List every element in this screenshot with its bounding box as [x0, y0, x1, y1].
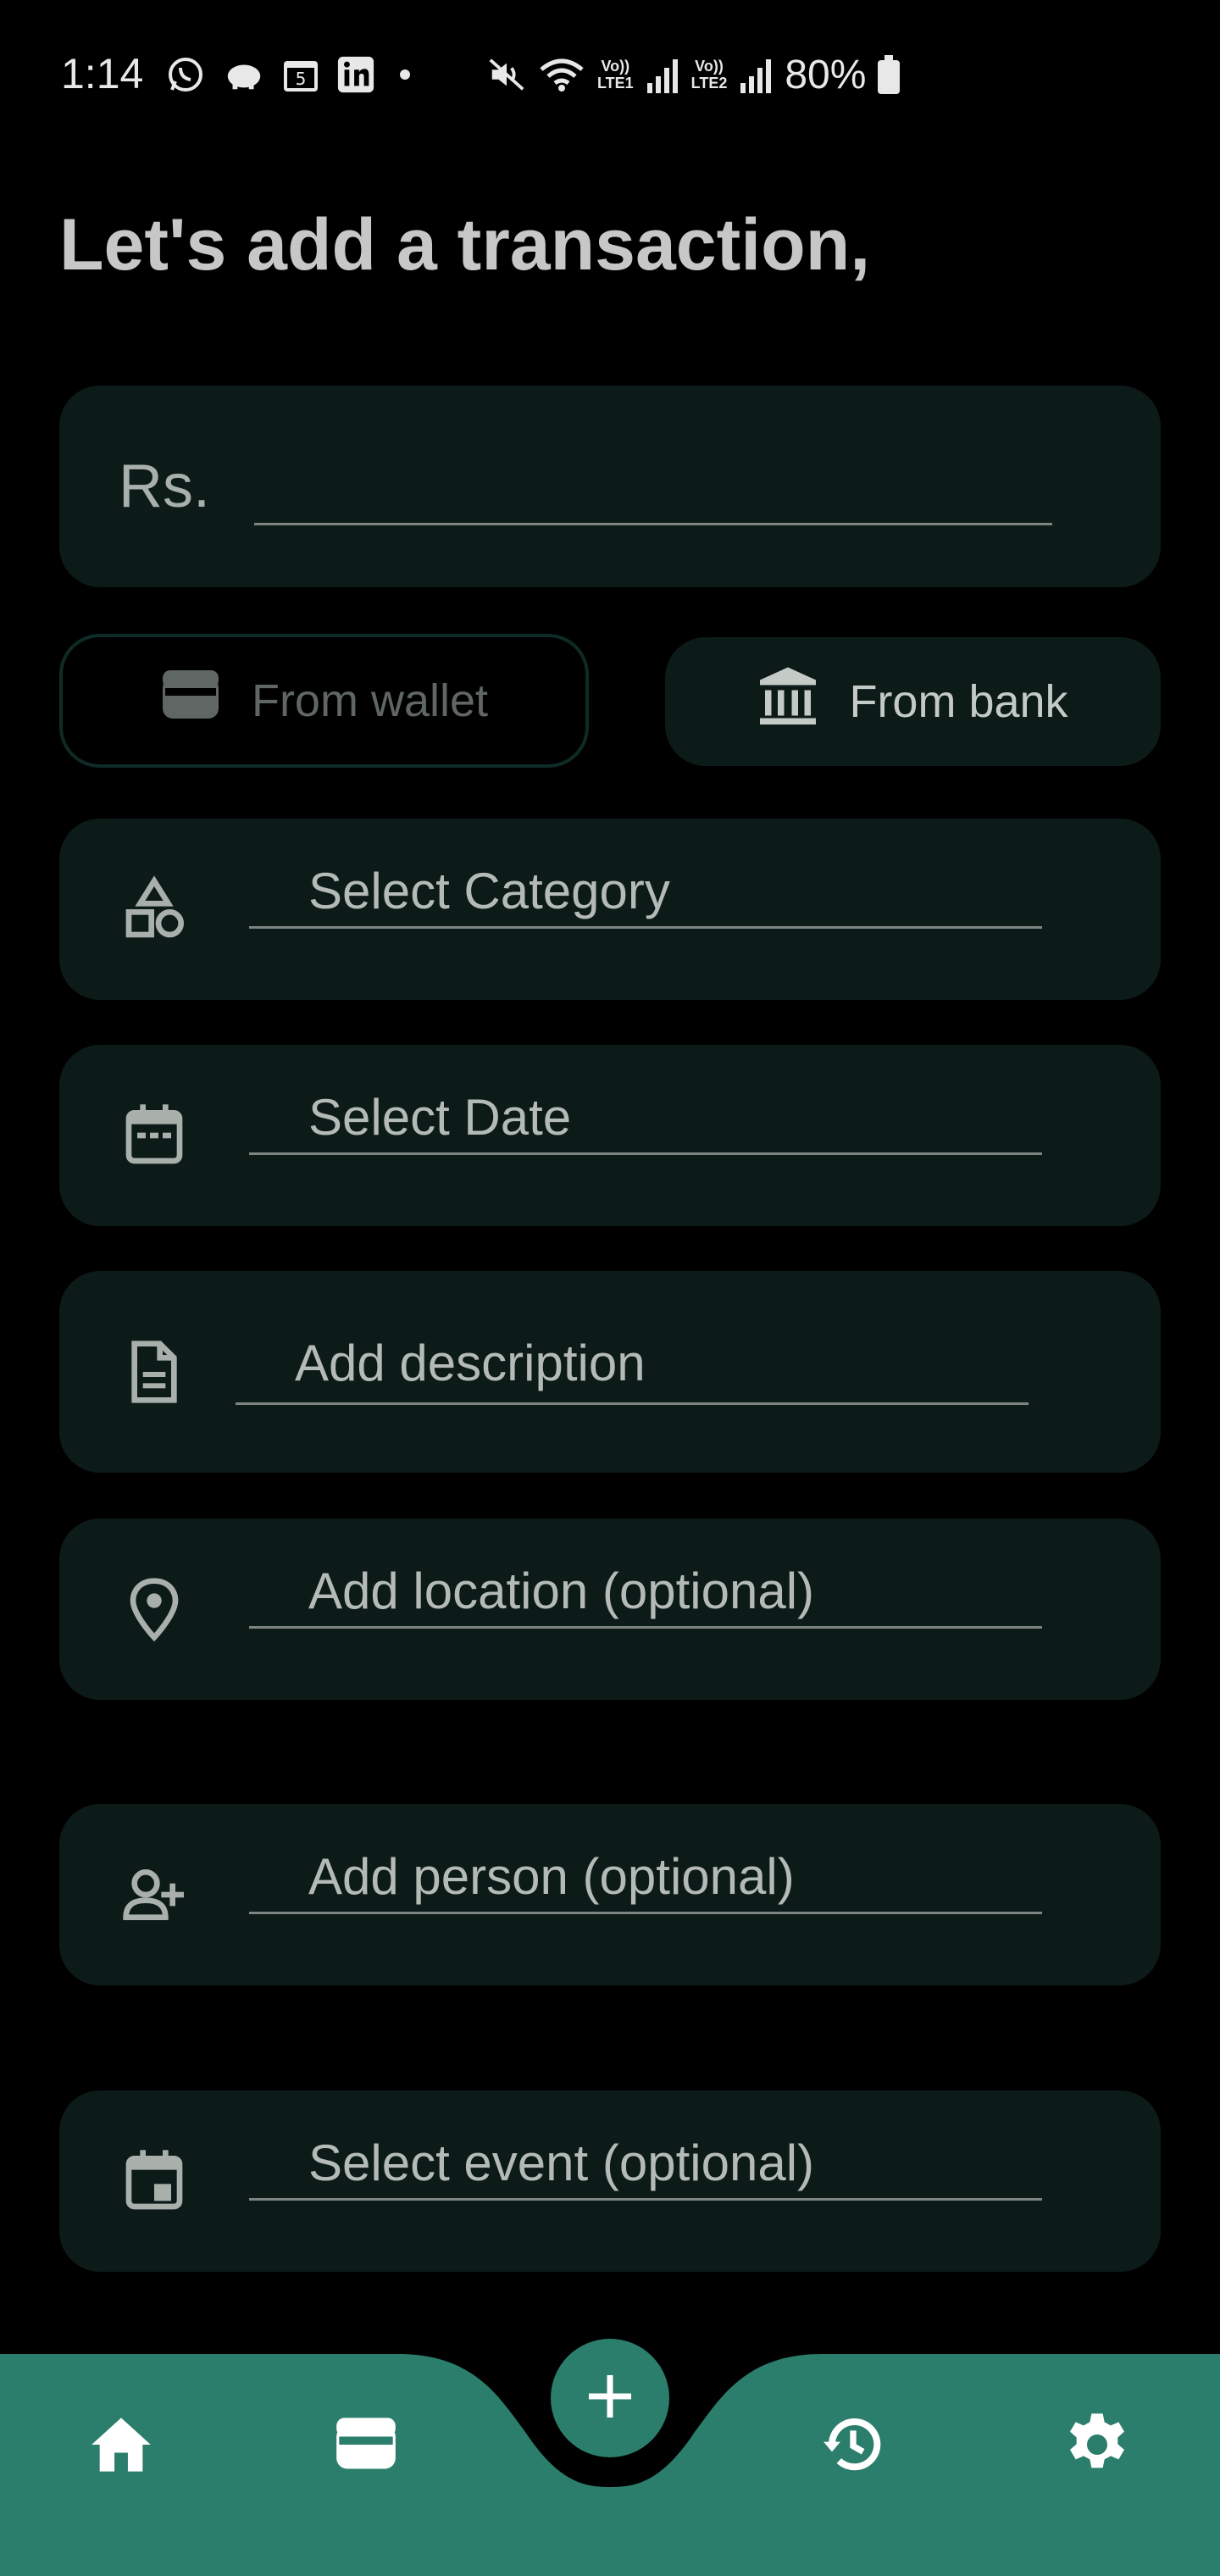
status-bar: 1:14 5 Vo)) LTE1 Vo)) LTE2 80% [0, 0, 1220, 144]
battery-icon [878, 55, 901, 94]
add-icon [585, 2371, 635, 2426]
person-card [59, 1804, 1161, 1985]
history-icon [819, 2411, 887, 2483]
nav-history-button[interactable] [807, 2400, 900, 2493]
amount-card: Rs. [59, 386, 1161, 587]
from-bank-button[interactable]: From bank [665, 637, 1161, 766]
location-pin-icon [120, 1575, 188, 1643]
date-select[interactable] [249, 1082, 1042, 1155]
event-card [59, 2090, 1161, 2272]
piggy-bank-icon [223, 58, 265, 92]
document-icon [120, 1338, 188, 1406]
battery-level: 80% [785, 52, 867, 97]
status-time: 1:14 [61, 50, 144, 97]
location-input[interactable] [249, 1556, 1042, 1629]
sim1-label: Vo)) LTE1 [597, 58, 634, 92]
signal-icon [739, 56, 773, 93]
from-wallet-label: From wallet [251, 675, 489, 726]
wifi-icon [538, 55, 585, 94]
event-select[interactable] [249, 2128, 1042, 2201]
calendar-day: 5 [296, 69, 307, 89]
add-person-icon [120, 1861, 188, 1929]
home-icon [89, 2415, 153, 2479]
page-title: Let's add a transaction, [59, 204, 871, 286]
date-card [59, 1045, 1161, 1226]
sim2-label: Vo)) LTE2 [690, 58, 728, 92]
from-wallet-button[interactable]: From wallet [59, 634, 589, 768]
bank-icon [757, 664, 818, 740]
location-card [59, 1518, 1161, 1700]
nav-settings-button[interactable] [1051, 2400, 1144, 2493]
linkedin-icon [336, 55, 375, 94]
wallet-icon [160, 669, 221, 732]
signal-icon [646, 56, 679, 93]
calendar-icon: 5 [282, 56, 319, 93]
settings-icon [1063, 2411, 1131, 2483]
category-select[interactable] [249, 856, 1042, 929]
amount-input[interactable] [254, 445, 1052, 525]
person-input[interactable] [249, 1841, 1042, 1914]
description-input[interactable] [236, 1324, 1029, 1405]
category-shapes-icon [120, 875, 188, 943]
notification-icons: 5 [165, 51, 418, 98]
calendar-icon [120, 1102, 188, 1169]
add-transaction-button[interactable] [551, 2339, 669, 2457]
from-bank-label: From bank [849, 676, 1068, 727]
nav-home-button[interactable] [75, 2400, 168, 2493]
system-icons: Vo)) LTE1 Vo)) LTE2 80% [487, 49, 901, 100]
whatsapp-icon [165, 54, 206, 95]
nav-wallet-button[interactable] [319, 2400, 413, 2493]
currency-label: Rs. [119, 452, 210, 520]
dot-icon [392, 62, 418, 87]
category-card [59, 819, 1161, 1000]
mute-icon [487, 55, 526, 94]
description-card [59, 1271, 1161, 1473]
wallet-icon [334, 2417, 398, 2476]
event-icon [120, 2147, 188, 2215]
